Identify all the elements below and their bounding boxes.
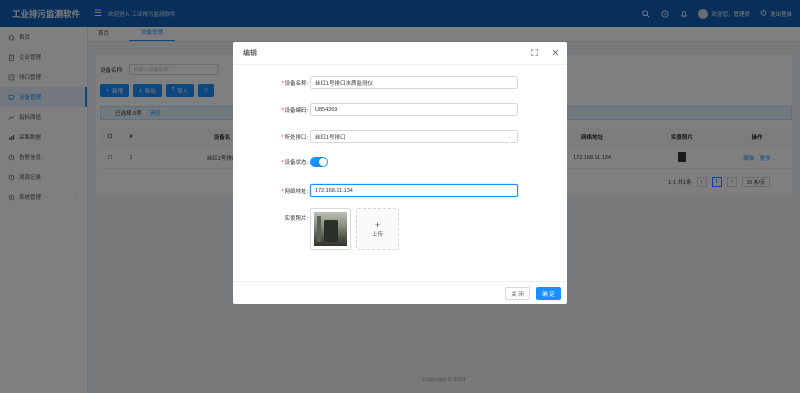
ip-label: *网络地址:	[281, 188, 308, 195]
device-photo	[314, 212, 347, 246]
outlet-label: *所处排口:	[281, 134, 308, 141]
close-button[interactable]: 关 闭	[505, 287, 530, 300]
dialog-header-actions	[531, 49, 559, 58]
form-row-outlet: *所处排口: 丝红1号排口 ⌄	[233, 130, 518, 143]
form-row-device-name: *设备名称: 丝红1号排口水质监测仪	[233, 76, 518, 89]
device-status-toggle[interactable]	[310, 157, 328, 167]
photo-label: 实景照片:	[284, 216, 308, 222]
status-label: *设备状态:	[281, 160, 308, 166]
form-row-photo: 实景照片: + 上传	[233, 208, 399, 250]
edit-dialog: 编辑 *设备名称: 丝红1号排口水质监测仪 *设备编码: U854369 *所处…	[233, 42, 567, 304]
toggle-knob	[319, 158, 327, 166]
fullscreen-icon[interactable]	[531, 49, 538, 58]
chevron-down-icon: ⌄	[507, 133, 512, 140]
outlet-select-value: 丝红1号排口	[315, 134, 346, 141]
form-row-status: *设备状态:	[233, 157, 328, 167]
close-icon[interactable]	[552, 49, 559, 58]
device-code-field[interactable]: U854369	[310, 103, 518, 116]
dialog-header: 编辑	[233, 42, 567, 65]
photo-uploader: + 上传	[310, 208, 399, 250]
dialog-footer: 关 闭 确 定	[233, 281, 567, 304]
form-row-device-code: *设备编码: U854369	[233, 103, 518, 116]
device-name-label: *设备名称:	[281, 80, 308, 87]
plus-icon: +	[374, 219, 381, 230]
device-name-field[interactable]: 丝红1号排口水质监测仪	[310, 76, 518, 89]
device-code-label: *设备编码:	[281, 107, 308, 114]
photo-card[interactable]	[310, 208, 351, 250]
dialog-title: 编辑	[243, 50, 257, 57]
form-row-ip: *网络地址: 172.168.11.134	[233, 184, 518, 197]
upload-label: 上传	[371, 231, 383, 238]
outlet-select[interactable]: 丝红1号排口 ⌄	[310, 130, 518, 143]
ip-address-field[interactable]: 172.168.11.134	[310, 184, 518, 197]
confirm-button[interactable]: 确 定	[536, 287, 561, 300]
upload-button[interactable]: + 上传	[356, 208, 399, 250]
